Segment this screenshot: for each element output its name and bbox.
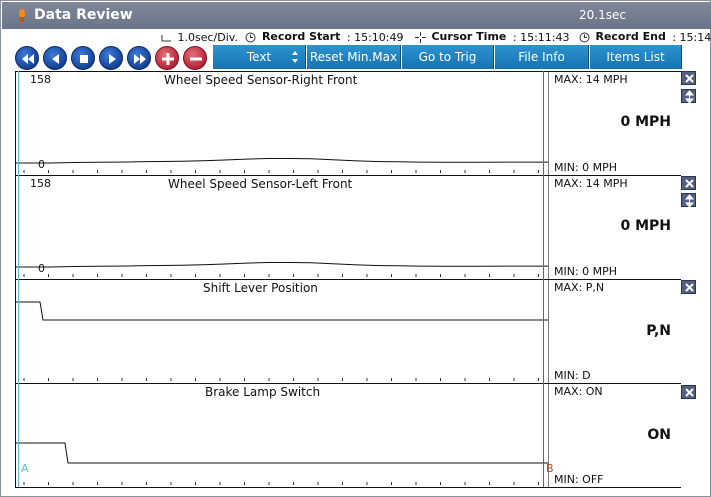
app-icon	[19, 9, 25, 22]
fast-forward-button[interactable]	[127, 46, 151, 70]
play-button[interactable]	[99, 46, 123, 70]
cursor-a-line[interactable]	[18, 71, 19, 487]
step-back-icon	[52, 54, 59, 64]
speed-trace	[16, 262, 549, 277]
step-back-button[interactable]	[43, 46, 67, 70]
speed-trace	[16, 158, 549, 173]
play-icon	[109, 54, 116, 64]
plus-icon	[162, 53, 174, 65]
reset-min-max-button[interactable]: Reset Min.Max	[307, 45, 401, 69]
time-range: 20.1sec	[579, 8, 626, 22]
fast-rewind-button[interactable]	[15, 46, 39, 70]
panel-divider	[548, 72, 549, 175]
zoom-in-button[interactable]	[155, 46, 179, 70]
expand-panel-2-button[interactable]	[681, 193, 696, 208]
speed-trace-line	[16, 262, 549, 268]
graph-area[interactable]: Brake Lamp Switch	[16, 384, 549, 487]
min-value: MIN: 0 MPH	[554, 265, 618, 278]
max-value: MAX: ON	[554, 385, 603, 398]
fast-rewind-icon	[22, 54, 34, 64]
close-icon	[685, 283, 694, 292]
cursor-a-label: A	[21, 462, 29, 475]
max-value: MAX: 14 MPH	[554, 73, 628, 86]
speed-trace-line	[16, 158, 549, 164]
expand-panel-1-button[interactable]	[681, 89, 696, 104]
current-value: ON	[647, 427, 671, 443]
minus-icon	[190, 57, 202, 61]
cursor-time-value: : 15:11:43	[512, 30, 570, 44]
value-panel: MAX: 14 MPH 0 MPH MIN: 0 MPH	[551, 176, 681, 279]
window-title: Data Review	[34, 7, 133, 23]
record-end-value: : 15:14:26	[672, 30, 711, 44]
max-value: MAX: 14 MPH	[554, 177, 628, 190]
cursor-b-line[interactable]	[543, 71, 544, 487]
toolbar: Text Reset Min.Max Go to Trig File Info …	[15, 45, 705, 70]
shift-lever-trace	[16, 301, 549, 381]
text-display-select[interactable]: Text	[213, 45, 306, 69]
close-icon	[685, 388, 694, 397]
panel-divider	[548, 176, 549, 279]
clock-icon	[245, 32, 256, 43]
value-panel: MAX: 14 MPH 0 MPH MIN: 0 MPH	[551, 72, 681, 175]
chart-panel-right-front: 158 Wheel Speed Sensor-Right Front 0 MAX…	[15, 71, 681, 175]
close-icon	[685, 74, 694, 83]
record-start-value: : 15:10:49	[346, 30, 404, 44]
graph-area[interactable]: Shift Lever Position	[16, 280, 549, 383]
chart-panel-brake-lamp: Brake Lamp Switch MAX: ON ON MIN: OFF	[15, 383, 681, 487]
crosshair-icon	[414, 31, 426, 43]
stop-button[interactable]	[71, 46, 95, 70]
close-panel-2-button[interactable]	[681, 176, 696, 190]
title-bar: Data Review 20.1sec	[2, 2, 711, 29]
min-value: MIN: 0 MPH	[554, 161, 618, 174]
go-to-trig-button[interactable]: Go to Trig	[402, 45, 494, 69]
time-per-div: 1.0sec/Div.	[177, 30, 238, 44]
graph-area[interactable]: 158 Wheel Speed Sensor-Right Front 0	[16, 72, 549, 175]
graph-bottom-border	[15, 487, 681, 488]
current-value: 0 MPH	[620, 218, 671, 234]
current-value: 0 MPH	[620, 114, 671, 130]
panel-divider	[548, 280, 549, 383]
record-end-label: Record End	[595, 30, 666, 43]
value-panel: MAX: ON ON MIN: OFF	[551, 384, 681, 487]
text-display-label: Text	[246, 50, 272, 64]
min-value: MIN: OFF	[554, 473, 604, 486]
record-start-label: Record Start	[261, 30, 341, 43]
close-panel-4-button[interactable]	[681, 385, 696, 399]
chart-panel-shift-lever: Shift Lever Position MAX: P,N P,N MIN: D	[15, 279, 681, 383]
updown-arrows-icon	[292, 51, 298, 63]
cursor-time-label: Cursor Time	[431, 30, 507, 43]
items-list-button[interactable]: Items List	[590, 45, 682, 69]
close-panel-1-button[interactable]	[681, 71, 696, 85]
clock-end-icon	[579, 32, 590, 43]
file-info-button[interactable]: File Info	[495, 45, 589, 69]
zoom-out-button[interactable]	[183, 46, 207, 70]
min-value: MIN: D	[554, 369, 591, 382]
chart-panel-left-front: 158 Wheel Speed Sensor-Left Front 0 MAX:…	[15, 175, 681, 279]
cursor-b-label: B	[546, 462, 554, 475]
max-value: MAX: P,N	[554, 281, 605, 294]
graph-area[interactable]: 158 Wheel Speed Sensor-Left Front 0	[16, 176, 549, 279]
record-info-row: 1.0sec/Div. Record Start : 15:10:49 Curs…	[161, 30, 711, 44]
data-review-window: Data Review 20.1sec 1.0sec/Div. Record S…	[0, 0, 711, 497]
value-panel: MAX: P,N P,N MIN: D	[551, 280, 681, 383]
expand-icon	[684, 90, 695, 104]
brake-lamp-trace	[16, 442, 549, 485]
fast-forward-icon	[134, 54, 146, 64]
close-panel-3-button[interactable]	[681, 280, 696, 294]
stop-icon	[80, 55, 88, 63]
expand-icon	[684, 194, 695, 208]
time-div-icon	[161, 32, 172, 43]
current-value: P,N	[646, 323, 671, 339]
close-icon	[685, 179, 694, 188]
